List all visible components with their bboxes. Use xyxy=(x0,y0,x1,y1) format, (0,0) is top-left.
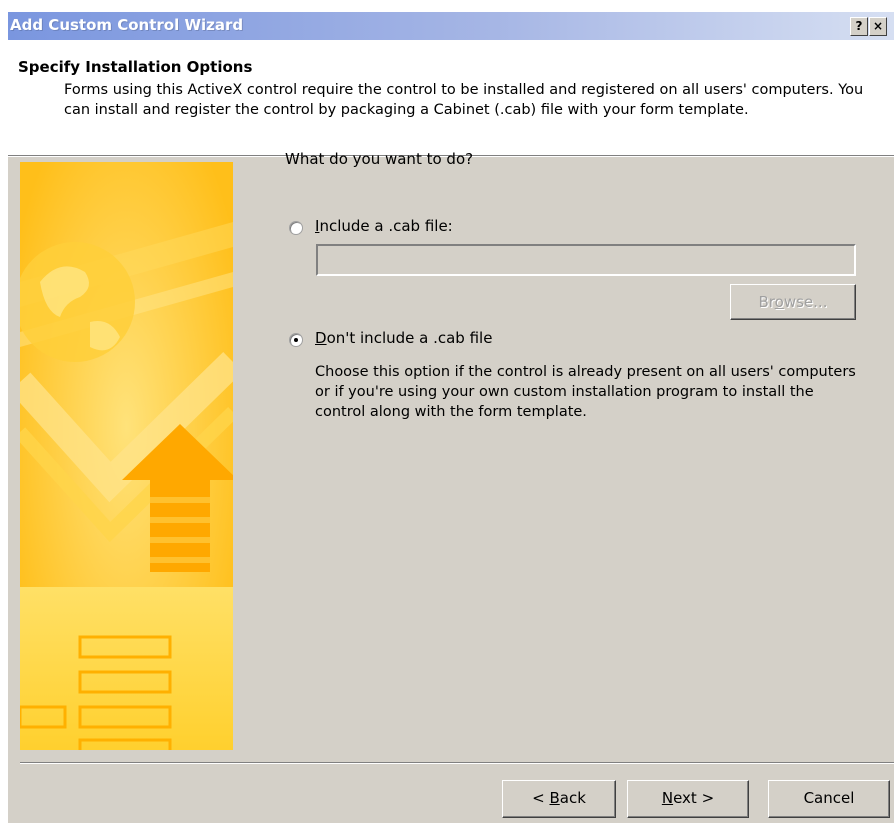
dont-include-cab-label[interactable]: Don't include a .cab file xyxy=(315,329,492,347)
include-cab-label[interactable]: Include a .cab file: xyxy=(315,217,453,235)
dont-include-cab-label-rest: on't include a .cab file xyxy=(326,329,493,347)
browse-mnemonic: o xyxy=(774,293,784,311)
question-label: What do you want to do? xyxy=(285,150,474,168)
include-cab-radio[interactable] xyxy=(289,221,303,235)
dont-include-cab-radio[interactable] xyxy=(289,333,303,347)
title-bar: Add Custom Control Wizard ? × xyxy=(8,12,894,40)
window-title: Add Custom Control Wizard xyxy=(10,16,244,34)
next-label-rest: ext > xyxy=(673,789,715,807)
back-prefix: < xyxy=(532,789,550,807)
back-button[interactable]: < Back xyxy=(502,780,616,818)
globe-icon xyxy=(20,242,135,362)
cancel-button[interactable]: Cancel xyxy=(768,780,890,818)
close-button[interactable]: × xyxy=(869,17,887,36)
wizard-banner-image xyxy=(20,162,233,750)
next-button[interactable]: Next > xyxy=(627,780,749,818)
back-label-rest: ack xyxy=(559,789,586,807)
browse-label-start: Br xyxy=(758,293,775,311)
dont-include-cab-description: Choose this option if the control is alr… xyxy=(315,364,856,420)
next-mnemonic: N xyxy=(661,789,674,807)
back-mnemonic: B xyxy=(549,789,560,807)
browse-label-rest: wse... xyxy=(783,293,828,311)
wizard-header: Specify Installation Options Forms using… xyxy=(8,40,894,155)
banner-artwork xyxy=(20,162,233,750)
page-heading: Specify Installation Options xyxy=(18,58,253,76)
wizard-dialog: Specify Installation Options Forms using… xyxy=(8,40,894,823)
footer-divider xyxy=(20,762,894,764)
radio-selected-dot xyxy=(294,338,298,342)
browse-button[interactable]: Browse... xyxy=(730,284,856,320)
cab-file-path-input[interactable] xyxy=(316,244,856,276)
page-description: Forms using this ActiveX control require… xyxy=(64,82,864,118)
include-cab-label-rest: nclude a .cab file: xyxy=(319,217,453,235)
help-button[interactable]: ? xyxy=(850,17,868,36)
dont-include-cab-mnemonic: D xyxy=(315,329,327,347)
